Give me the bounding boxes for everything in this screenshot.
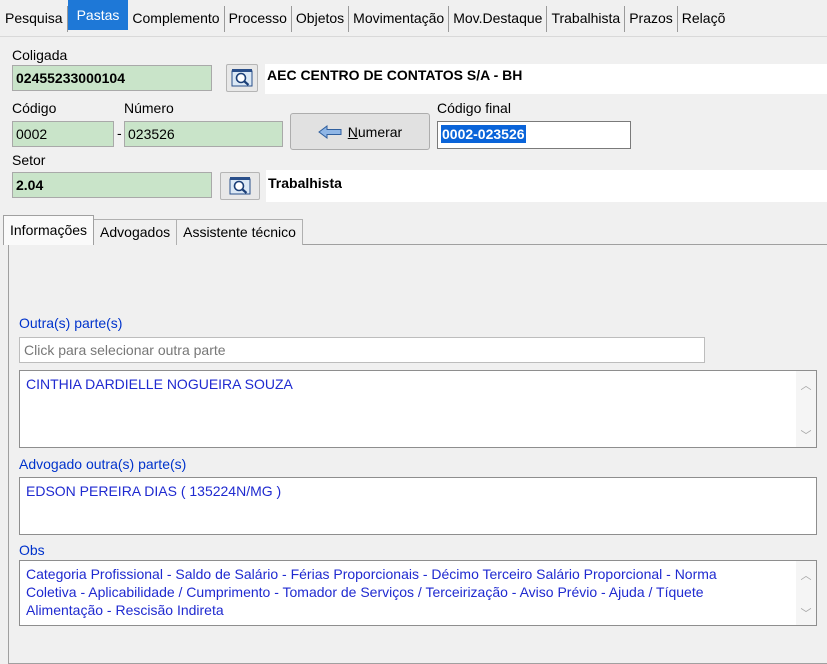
codigo-field[interactable]: 0002 xyxy=(12,121,114,147)
obs-line-2: Coletiva - Aplicabilidade / Cumprimento … xyxy=(26,584,704,600)
obs-memo[interactable]: Categoria Profissional - Saldo de Salári… xyxy=(19,560,817,626)
numerar-button[interactable]: Numerar xyxy=(290,113,430,150)
search-icon xyxy=(231,69,253,87)
tab-trabalhista[interactable]: Trabalhista xyxy=(547,6,626,32)
outras-partes-label: Outra(s) parte(s) xyxy=(19,315,123,331)
setor-lookup-button[interactable] xyxy=(220,172,260,200)
numero-label: Número xyxy=(124,100,174,116)
codigo-separator: - xyxy=(117,125,122,141)
coligada-name: AEC CENTRO DE CONTATOS S/A - BH xyxy=(265,64,827,94)
tab-complemento[interactable]: Complemento xyxy=(128,6,225,32)
tab-objetos[interactable]: Objetos xyxy=(292,6,350,32)
obs-line-1: Categoria Profissional - Saldo de Salári… xyxy=(26,566,717,582)
setor-label: Setor xyxy=(12,152,46,168)
tab-pesquisa[interactable]: Pesquisa xyxy=(1,6,68,32)
outras-partes-scrollbar[interactable]: ︿ ﹀ xyxy=(796,371,816,447)
codigo-final-field[interactable]: 0002-023526 xyxy=(437,121,631,149)
advogado-value: EDSON PEREIRA DIAS ( 135224N/MG ) xyxy=(26,483,282,499)
scroll-down-icon[interactable]: ﹀ xyxy=(796,605,816,623)
tab-processo[interactable]: Processo xyxy=(225,6,292,32)
outras-partes-search-input[interactable]: Click para selecionar outra parte xyxy=(19,337,705,363)
search-icon xyxy=(229,177,251,195)
tab-advogados[interactable]: Advogados xyxy=(93,219,178,245)
tab-mov-destaque[interactable]: Mov.Destaque xyxy=(449,6,548,32)
obs-scrollbar[interactable]: ︿ ﹀ xyxy=(796,561,816,625)
coligada-lookup-button[interactable] xyxy=(226,64,258,92)
obs-line-3: Alimentação - Rescisão Indireta xyxy=(26,602,224,618)
outras-partes-memo[interactable]: CINTHIA DARDIELLE NOGUEIRA SOUZA ︿ ﹀ xyxy=(19,370,817,448)
numero-field[interactable]: 023526 xyxy=(124,121,283,147)
coligada-field[interactable]: 02455233000104 xyxy=(12,65,212,91)
tab-informacoes[interactable]: Informações xyxy=(3,215,95,245)
advogado-label: Advogado outra(s) parte(s) xyxy=(19,456,187,472)
advogado-memo[interactable]: EDSON PEREIRA DIAS ( 135224N/MG ) xyxy=(19,477,817,535)
arrow-left-icon xyxy=(317,124,342,139)
scroll-up-icon[interactable]: ︿ xyxy=(796,567,816,585)
setor-name: Trabalhista xyxy=(266,170,827,202)
tab-movimentacao[interactable]: Movimentação xyxy=(349,6,450,32)
setor-field[interactable]: 2.04 xyxy=(12,172,212,198)
tab-prazos[interactable]: Prazos xyxy=(625,6,678,32)
codigo-label: Código xyxy=(12,100,57,116)
tab-assistente-tecnico[interactable]: Assistente técnico xyxy=(176,219,303,245)
coligada-label: Coligada xyxy=(12,47,68,63)
obs-label: Obs xyxy=(19,542,45,558)
numerar-button-label: Numerar xyxy=(347,123,403,140)
inner-tab-strip: Informações Advogados Assistente técnico xyxy=(3,215,303,245)
scroll-down-icon[interactable]: ﹀ xyxy=(796,427,816,445)
codigo-final-label: Código final xyxy=(437,100,511,116)
top-tab-strip: Pesquisa Pastas Complemento Processo Obj… xyxy=(0,0,827,37)
scroll-up-icon[interactable]: ︿ xyxy=(796,377,816,395)
tab-pastas[interactable]: Pastas xyxy=(67,0,129,30)
outras-partes-value: CINTHIA DARDIELLE NOGUEIRA SOUZA xyxy=(26,376,293,392)
tab-relacoes[interactable]: Relaçõ xyxy=(678,6,730,32)
